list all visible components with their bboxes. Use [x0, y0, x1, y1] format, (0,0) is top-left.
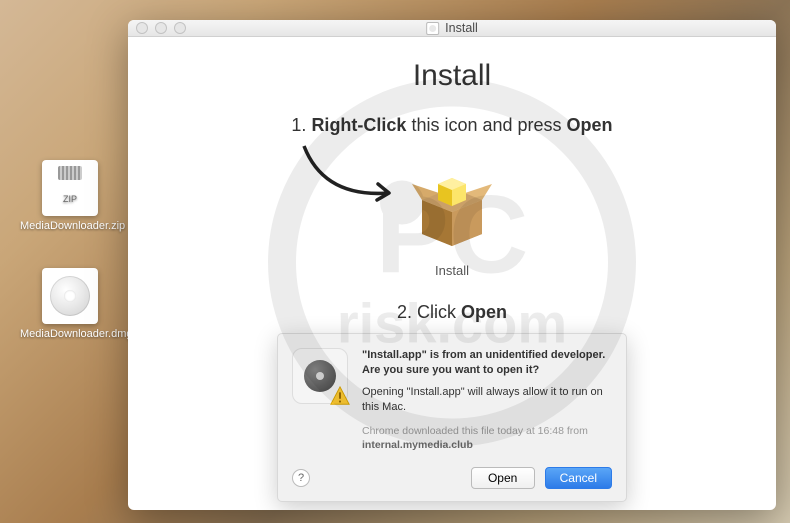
window-content: Install 1. Right-Click this icon and pre…	[128, 37, 776, 510]
zip-icon: ZIP	[42, 160, 98, 216]
window-titlebar[interactable]: Install	[128, 20, 776, 37]
step-1: 1. Right-Click this icon and press Open	[152, 115, 752, 136]
help-button[interactable]: ?	[292, 469, 310, 487]
cancel-button[interactable]: Cancel	[545, 467, 612, 489]
dialog-meta: Chrome downloaded this file today at 16:…	[362, 424, 612, 439]
arrow-icon	[294, 138, 414, 218]
window-title: Install	[445, 21, 478, 35]
desktop-file-zip[interactable]: ZIP MediaDownloader.zip	[20, 160, 120, 232]
disk-icon	[426, 22, 439, 35]
desktop-file-label: MediaDownloader.zip	[20, 220, 120, 232]
package-label: Install	[152, 263, 752, 278]
gatekeeper-dialog: "Install.app" is from an unidentified de…	[277, 333, 627, 502]
minimize-icon[interactable]	[155, 22, 167, 34]
install-window: Install Install 1. Right-Click this icon…	[128, 20, 776, 510]
dmg-icon	[42, 268, 98, 324]
dialog-title: "Install.app" is from an unidentified de…	[362, 348, 612, 379]
close-icon[interactable]	[136, 22, 148, 34]
app-icon	[292, 348, 348, 404]
dialog-source: internal.mymedia.club	[362, 438, 612, 453]
page-heading: Install	[152, 59, 752, 93]
warning-icon	[329, 385, 351, 407]
zoom-icon[interactable]	[174, 22, 186, 34]
desktop-file-label: MediaDownloader.dmg	[20, 328, 120, 340]
desktop-file-dmg[interactable]: MediaDownloader.dmg	[20, 268, 120, 340]
traffic-lights	[136, 22, 186, 34]
dialog-subtitle: Opening "Install.app" will always allow …	[362, 385, 612, 416]
step-2: 2. Click Open	[152, 302, 752, 323]
package-icon[interactable]	[404, 152, 500, 253]
open-button[interactable]: Open	[471, 467, 535, 489]
